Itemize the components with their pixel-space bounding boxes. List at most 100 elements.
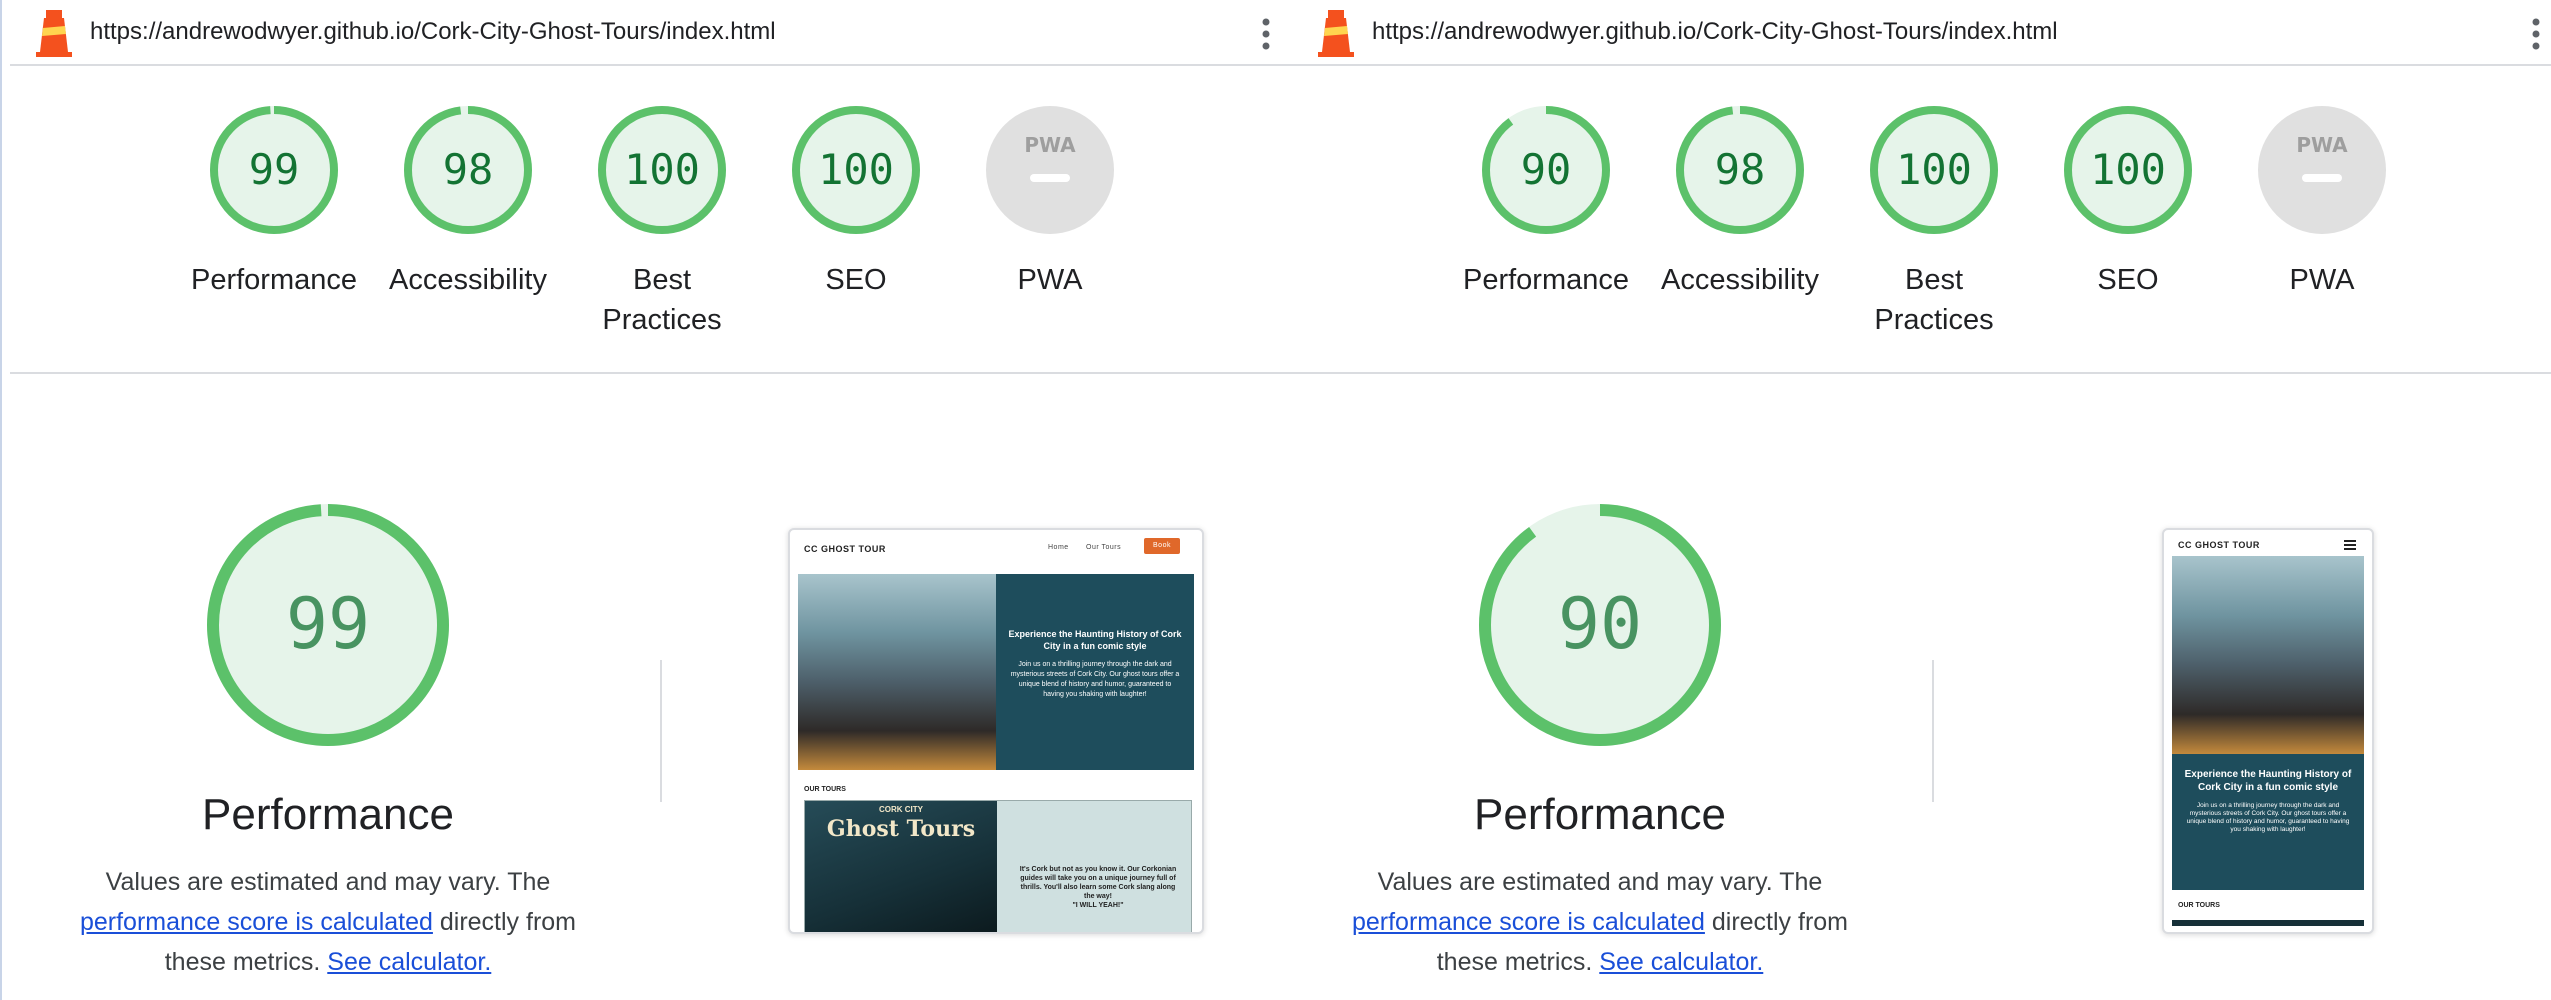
big-score-ring: 99 [207, 504, 449, 746]
tours-label: OUR TOURS [804, 786, 846, 793]
category-description: Values are estimated and may vary. The p… [28, 862, 628, 982]
score-value: 100 [624, 145, 700, 194]
gauge-best-practices[interactable]: 100 Best Practices [1834, 104, 2034, 340]
gauge-pwa[interactable]: PWA PWA [2222, 104, 2422, 300]
lighthouse-icon [1318, 10, 1354, 57]
lighthouse-report-mobile: https://andrewodwyer.github.io/Cork-City… [1292, 0, 2551, 1000]
category-title: Performance [1474, 790, 1726, 839]
performance-score-link[interactable]: performance score is calculated [1352, 908, 1705, 936]
hero-text: Join us on a thrilling journey through t… [1010, 661, 1180, 698]
gauge-label: Performance [190, 264, 357, 296]
divider [1292, 372, 2551, 374]
gauge-label: Accessibility [389, 264, 547, 296]
desc-text: Values are estimated and may vary. The [105, 868, 551, 896]
performance-detail: 99 Performance Values are estimated and … [28, 500, 628, 982]
gauge-label: SEO [825, 264, 887, 296]
poster-title: Ghost Tours [826, 816, 976, 842]
score-ring: 98 [404, 106, 532, 234]
tour-description: It's Cork but not as you know it. Our Co… [1015, 865, 1181, 910]
score-value: 90 [1521, 145, 1572, 194]
score-ring: 100 [792, 106, 920, 234]
site-nav-book: Book [1144, 538, 1180, 554]
hero-image [798, 574, 996, 770]
hero-heading: Experience the Haunting History of Cork … [2184, 769, 2352, 793]
gauge-pwa[interactable]: PWA PWA [950, 104, 1150, 300]
gauge-label: Accessibility [1661, 264, 1819, 296]
tour-card: CORK CITY Ghost Tours It's Cork but not … [804, 800, 1192, 932]
gauge-accessibility[interactable]: 98 Accessibility [1640, 104, 1840, 300]
pwa-badge-icon: PWA [986, 106, 1114, 234]
tour-quote: "I WILL YEAH!" [1072, 902, 1124, 909]
gauge-performance[interactable]: 99 Performance [174, 104, 374, 300]
site-navbar: CC GHOST TOUR Home Our Tours Book [790, 530, 1202, 564]
score-value: 99 [249, 145, 300, 194]
gauge-best-practices[interactable]: 100 Best Practices [562, 104, 762, 340]
score-ring: 100 [1870, 106, 1998, 234]
score-gauges: 99 Performance 98 Accessibility 100 Best… [2, 104, 1292, 344]
poster-line: CORK CITY [879, 805, 923, 814]
score-ring: 99 [210, 106, 338, 234]
site-nav-home: Home [1048, 544, 1069, 551]
gauge-label: Best Practices [602, 264, 722, 336]
pwa-badge-text: PWA [2296, 133, 2348, 157]
gauge-performance[interactable]: 90 Performance [1446, 104, 1646, 300]
big-score-value: 99 [286, 583, 370, 665]
tour-poster: CORK CITY Ghost Tours [805, 801, 997, 932]
hero-panel: Experience the Haunting History of Cork … [996, 574, 1194, 770]
tours-label: OUR TOURS [2178, 902, 2220, 909]
divider [1932, 660, 1934, 802]
performance-detail: 90 Performance Values are estimated and … [1300, 500, 1900, 982]
score-ring: 100 [2064, 106, 2192, 234]
report-url[interactable]: https://andrewodwyer.github.io/Cork-City… [1372, 18, 2058, 46]
more-options-icon[interactable] [2532, 18, 2540, 50]
gauge-seo[interactable]: 100 SEO [2028, 104, 2228, 300]
see-calculator-link[interactable]: See calculator. [327, 948, 491, 976]
gauge-label: SEO [2097, 264, 2159, 296]
score-value: 100 [2090, 145, 2166, 194]
gauge-label: Best Practices [1874, 264, 1994, 336]
site-brand: CC GHOST TOUR [2178, 540, 2260, 550]
hamburger-menu-icon [2344, 540, 2356, 550]
hero-panel: Experience the Haunting History of Cork … [2172, 754, 2364, 890]
report-url[interactable]: https://andrewodwyer.github.io/Cork-City… [90, 18, 776, 46]
score-ring: 90 [1482, 106, 1610, 234]
hero-text: Join us on a thrilling journey through t… [2186, 802, 2350, 833]
score-value: 100 [818, 145, 894, 194]
final-screenshot-desktop[interactable]: CC GHOST TOUR Home Our Tours Book Experi… [788, 528, 1204, 934]
gauge-label: PWA [1017, 264, 1083, 296]
gauge-accessibility[interactable]: 98 Accessibility [368, 104, 568, 300]
gauge-label: PWA [2289, 264, 2355, 296]
more-options-icon[interactable] [1262, 18, 1270, 50]
gauge-label: Performance [1462, 264, 1629, 296]
lighthouse-report-desktop: https://andrewodwyer.github.io/Cork-City… [0, 0, 1292, 1000]
divider [660, 660, 662, 802]
site-nav-tours: Our Tours [1086, 544, 1122, 551]
pwa-badge-icon: PWA [2258, 106, 2386, 234]
pwa-badge-text: PWA [1024, 133, 1076, 157]
site-navbar: CC GHOST TOUR [2164, 530, 2372, 558]
big-score-ring: 90 [1479, 504, 1721, 746]
big-score-value: 90 [1558, 583, 1642, 665]
report-url-bar: https://andrewodwyer.github.io/Cork-City… [1292, 0, 2551, 66]
score-value: 98 [1715, 145, 1766, 194]
divider [10, 372, 1292, 374]
score-ring: 98 [1676, 106, 1804, 234]
lighthouse-icon [36, 10, 72, 57]
gauge-seo[interactable]: 100 SEO [756, 104, 956, 300]
category-description: Values are estimated and may vary. The p… [1300, 862, 1900, 982]
hero-heading: Experience the Haunting History of Cork … [1008, 629, 1182, 651]
hero-image [2172, 556, 2364, 754]
score-value: 100 [1896, 145, 1972, 194]
report-url-bar: https://andrewodwyer.github.io/Cork-City… [10, 0, 1292, 66]
score-gauges: 90 Performance 98 Accessibility 100 Best… [1292, 104, 2551, 344]
score-ring: 100 [598, 106, 726, 234]
see-calculator-link[interactable]: See calculator. [1599, 948, 1763, 976]
score-value: 98 [443, 145, 494, 194]
tour-poster-edge [2172, 920, 2364, 926]
final-screenshot-mobile[interactable]: CC GHOST TOUR Experience the Haunting Hi… [2162, 528, 2374, 934]
tour-text: It's Cork but not as you know it. Our Co… [1019, 866, 1177, 900]
performance-score-link[interactable]: performance score is calculated [80, 908, 433, 936]
desc-text: Values are estimated and may vary. The [1377, 868, 1823, 896]
category-title: Performance [202, 790, 454, 839]
site-brand: CC GHOST TOUR [804, 544, 886, 554]
